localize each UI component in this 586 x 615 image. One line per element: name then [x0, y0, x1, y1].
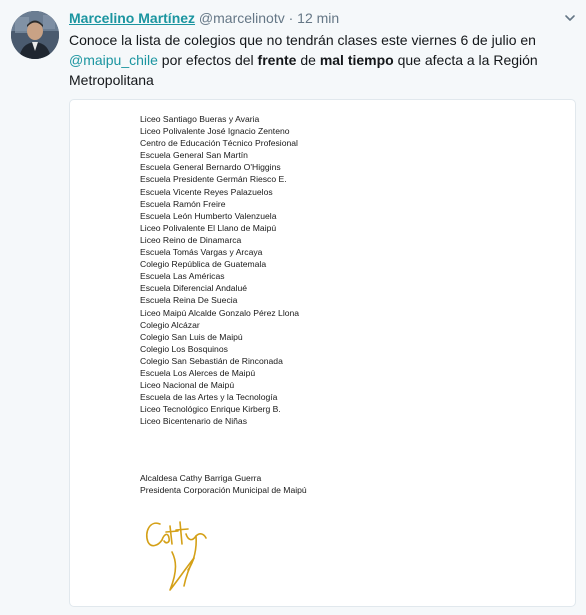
author-handle[interactable]: @marcelinotv	[199, 10, 285, 26]
school-list-item: Escuela Las Américas	[140, 271, 225, 282]
school-list-item: Colegio Los Bosquinos	[140, 343, 228, 354]
separator-dot: ·	[288, 10, 294, 26]
school-list-item: Escuela General San Martín	[140, 150, 248, 161]
signer-name: Alcaldesa Cathy Barriga Guerra	[140, 473, 262, 483]
tweet: Marcelino Martínez @marcelinotv · 12 min…	[0, 0, 586, 615]
school-list-item: Liceo Tecnológico Enrique Kirberg B.	[140, 404, 281, 415]
school-list-item: Escuela Presidente Germán Riesco E.	[140, 174, 287, 185]
signature-block: Alcaldesa Cathy Barriga Guerra President…	[140, 472, 307, 496]
tweet-timestamp[interactable]: 12 min	[297, 10, 339, 26]
school-list-item: Escuela General Bernardo O'Higgins	[140, 162, 281, 173]
school-list-item: Escuela Diferencial Andalué	[140, 283, 248, 294]
tweet-header: Marcelino Martínez @marcelinotv · 12 min	[69, 10, 339, 26]
handwritten-signature	[145, 521, 207, 591]
school-list-item: Liceo Reino de Dinamarca	[140, 234, 242, 245]
author-name[interactable]: Marcelino Martínez	[69, 10, 195, 26]
school-list-item: Colegio República de Guatemala	[140, 259, 267, 270]
school-list-item: Colegio Alcázar	[140, 319, 200, 330]
tweet-text-part: Conoce la lista de colegios que no tendr…	[69, 32, 536, 48]
avatar[interactable]	[11, 11, 59, 59]
school-list-item: Escuela Tomás Vargas y Arcaya	[140, 247, 263, 258]
tweet-text: Conoce la lista de colegios que no tendr…	[69, 30, 574, 90]
school-list-item: Liceo Bicentenario de Niñas	[140, 416, 248, 427]
school-list-item: Liceo Nacional de Maipú	[140, 380, 235, 391]
signer-title: Presidenta Corporación Municipal de Maip…	[140, 485, 307, 496]
mention-link[interactable]: @maipu_chile	[69, 52, 158, 68]
tweet-text-part: de	[296, 52, 320, 68]
school-list-item: Colegio San Sebastián de Rinconada	[140, 355, 283, 366]
tweet-bold-word: mal tiempo	[319, 52, 394, 68]
school-list-item: Escuela León Humberto Valenzuela	[140, 210, 277, 221]
school-list-item: Liceo Maipú Alcalde Gonzalo Pérez Llona	[140, 307, 300, 318]
school-list-item: Escuela Los Alerces de Maipú	[140, 367, 256, 378]
school-list-item: Escuela Vicente Reyes Palazuelos	[140, 186, 273, 197]
school-list-item: Escuela Ramón Freire	[140, 198, 226, 209]
tweet-bold-word: frente	[257, 52, 297, 68]
attached-image[interactable]: Liceo Santiago Bueras y Avaria Liceo Poli…	[69, 99, 576, 607]
school-list: Liceo Santiago Bueras y Avaria Liceo Poli…	[140, 113, 299, 427]
chevron-down-icon[interactable]	[564, 12, 576, 24]
school-list-item: Liceo Polivalente José Ignacio Zenteno	[140, 126, 290, 137]
school-list-item: Centro de Educación Técnico Profesional	[140, 138, 298, 149]
school-list-item: Escuela Reina De Suecia	[140, 295, 238, 306]
school-list-item: Liceo Santiago Bueras y Avaria	[140, 114, 260, 124]
tweet-text-part: por efectos del	[157, 52, 258, 68]
school-list-item: Colegio San Luis de Maipú	[140, 331, 243, 342]
avatar-image	[11, 11, 59, 59]
school-list-item: Escuela de las Artes y la Tecnología	[140, 392, 278, 403]
school-list-item: Liceo Polivalente El Llano de Maipú	[140, 222, 277, 233]
